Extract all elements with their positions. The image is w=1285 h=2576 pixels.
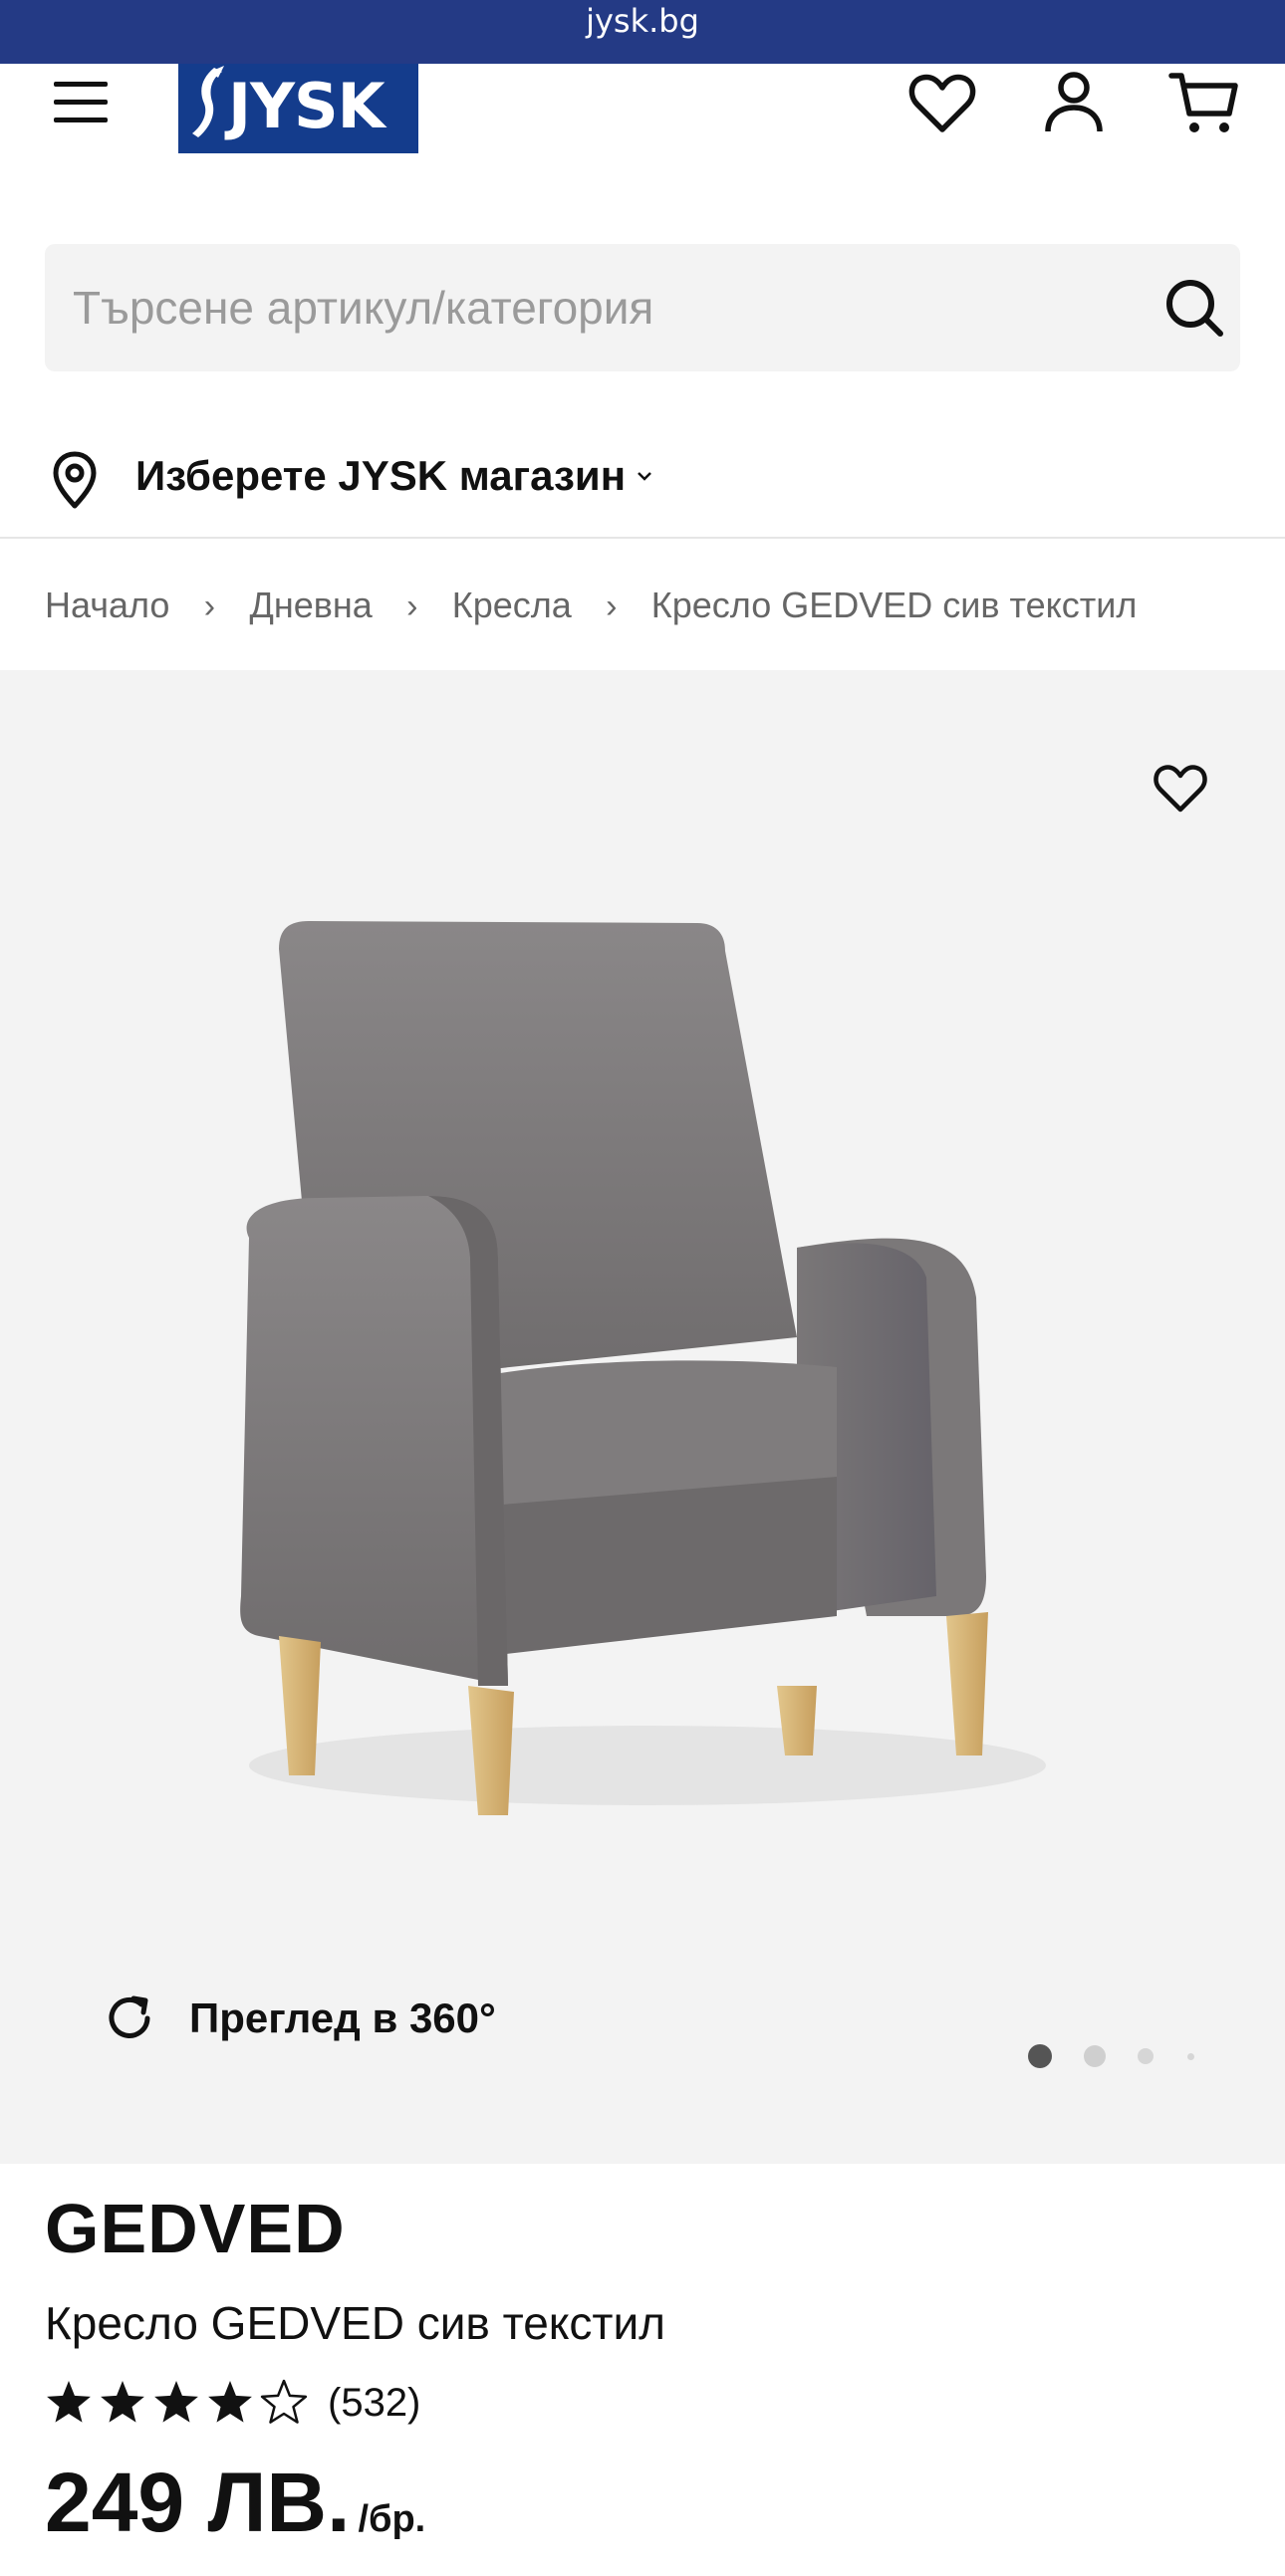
store-selector-label: Изберете JYSK магазин [135,452,627,499]
jysk-logo[interactable]: JYSK [178,64,418,153]
rating-stars-icon [47,2379,308,2424]
star-filled-icon [154,2381,198,2423]
carousel-dot[interactable] [1084,2045,1106,2067]
price-amount: 249 ЛВ. [45,2456,351,2549]
shopping-cart-icon[interactable] [1167,66,1243,141]
breadcrumb: Начало › Дневна › Кресла › Кресло GEDVED сив т… [45,578,1137,633]
star-filled-icon [208,2381,252,2423]
star-filled-icon [101,2381,144,2423]
site-header: JYSK [0,64,1285,193]
carousel-dot[interactable] [1187,2053,1194,2060]
carousel-dot[interactable] [1028,2044,1052,2068]
breadcrumb-item-living-room[interactable]: Дневна [249,585,372,625]
user-account-icon[interactable] [1036,66,1112,141]
logo-text: JYSK [228,70,386,142]
menu-icon[interactable] [52,77,110,126]
search-input[interactable] [73,244,1089,371]
divider [0,537,1285,539]
star-filled-icon [47,2381,91,2423]
breadcrumb-separator: › [203,587,216,625]
product-price: 249 ЛВ./бр. [45,2453,425,2552]
breadcrumb-item-armchairs[interactable]: Кресла [452,585,572,625]
search-bar [45,244,1240,371]
breadcrumb-item-home[interactable]: Начало [45,585,169,625]
search-icon[interactable] [1162,276,1226,340]
breadcrumb-separator: › [406,587,418,625]
product-brand: GEDVED [45,2190,346,2267]
add-to-wishlist-heart-icon[interactable] [1151,760,1210,820]
breadcrumb-current: Кресло GEDVED сив текстил [650,585,1138,625]
product-info: GEDVED Кресло GEDVED сив текстил (532) 2… [0,2164,1285,2576]
location-pin-icon [53,451,97,509]
product-image-gallery[interactable]: Преглед в 360° [0,670,1285,2164]
breadcrumb-separator: › [606,587,618,625]
product-name: Кресло GEDVED сив текстил [45,2297,666,2349]
url-text[interactable]: jysk.bg [0,0,1285,42]
bird-mark-icon [192,66,224,137]
wishlist-heart-icon[interactable] [904,66,980,141]
armchair-product-image [240,921,1046,1815]
store-selector[interactable]: Изберете JYSK магазин [0,428,1285,528]
carousel-dot[interactable] [1138,2048,1154,2064]
price-unit: /бр. [358,2498,426,2540]
review-count[interactable]: (532) [328,2373,420,2433]
star-empty-icon [260,2379,308,2424]
chevron-down-icon [638,472,651,481]
view-360-label: Преглед в 360° [189,1994,496,2041]
rotate-icon [109,1995,150,2038]
browser-url-bar[interactable]: jysk.bg [0,0,1285,64]
